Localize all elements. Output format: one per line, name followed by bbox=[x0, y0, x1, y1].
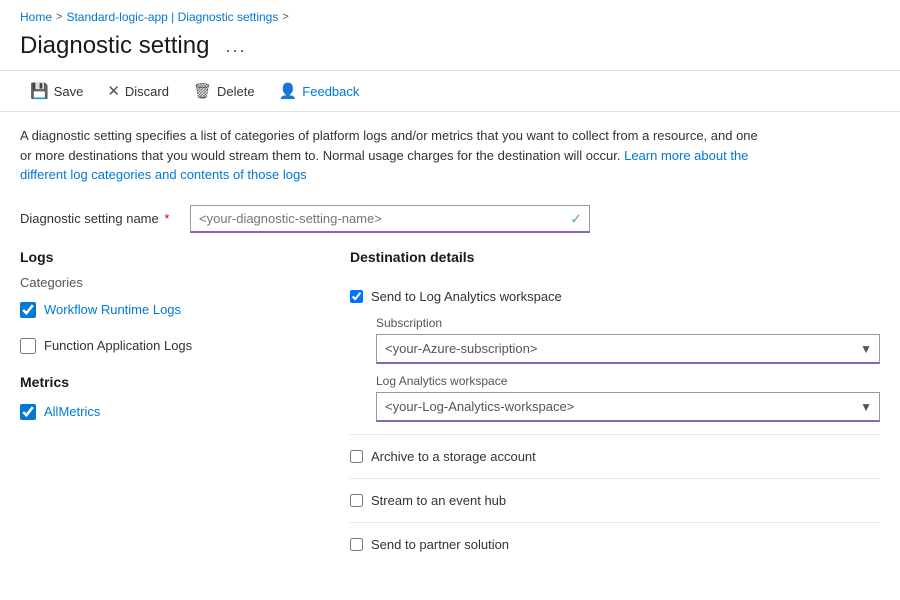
save-label: Save bbox=[54, 84, 84, 99]
subscription-select[interactable]: <your-Azure-subscription> bbox=[376, 334, 880, 364]
feedback-label: Feedback bbox=[302, 84, 359, 99]
breadcrumb-sep1: > bbox=[56, 11, 62, 23]
two-col-layout: Logs Categories Workflow Runtime Logs Fu… bbox=[20, 249, 880, 566]
workspace-select-wrapper: <your-Log-Analytics-workspace> ▼ bbox=[376, 392, 880, 422]
breadcrumb-sep2: > bbox=[282, 11, 288, 23]
subscription-label: Subscription bbox=[376, 316, 880, 330]
delete-icon: 🗑 bbox=[193, 82, 212, 100]
delete-button[interactable]: 🗑 Delete bbox=[183, 77, 265, 105]
log-analytics-label[interactable]: Send to Log Analytics workspace bbox=[371, 289, 562, 304]
allmetrics-label[interactable]: AllMetrics bbox=[44, 404, 100, 419]
storage-checkbox[interactable] bbox=[350, 450, 363, 463]
subscription-select-wrapper: <your-Azure-subscription> ▼ bbox=[376, 334, 880, 364]
log-analytics-sub: Subscription <your-Azure-subscription> ▼… bbox=[350, 310, 880, 426]
storage-check-row: Archive to a storage account bbox=[350, 443, 880, 470]
right-column: Destination details Send to Log Analytic… bbox=[350, 249, 880, 566]
log-analytics-checkbox[interactable] bbox=[350, 290, 363, 303]
metrics-section: Metrics AllMetrics bbox=[20, 374, 320, 424]
function-app-label[interactable]: Function Application Logs bbox=[44, 338, 192, 353]
partner-label[interactable]: Send to partner solution bbox=[371, 537, 509, 552]
setting-name-input[interactable] bbox=[190, 205, 590, 233]
event-hub-checkbox[interactable] bbox=[350, 494, 363, 507]
discard-label: Discard bbox=[125, 84, 169, 99]
setting-name-input-wrapper: ✓ bbox=[190, 205, 590, 233]
event-hub-check-row: Stream to an event hub bbox=[350, 487, 880, 514]
save-button[interactable]: 💾 Save bbox=[20, 77, 93, 105]
delete-label: Delete bbox=[217, 84, 255, 99]
partner-check-row: Send to partner solution bbox=[350, 531, 880, 558]
workspace-select[interactable]: <your-Log-Analytics-workspace> bbox=[376, 392, 880, 422]
storage-label[interactable]: Archive to a storage account bbox=[371, 449, 536, 464]
setting-name-label: Diagnostic setting name * bbox=[20, 211, 180, 226]
workflow-runtime-checkbox[interactable] bbox=[20, 302, 36, 318]
allmetrics-checkbox[interactable] bbox=[20, 404, 36, 420]
log-analytics-row: Send to Log Analytics workspace Subscrip… bbox=[350, 275, 880, 435]
setting-name-row: Diagnostic setting name * ✓ bbox=[20, 205, 880, 233]
page-title: Diagnostic setting bbox=[20, 32, 209, 60]
feedback-button[interactable]: 👤 Feedback bbox=[269, 77, 370, 105]
function-app-checkbox[interactable] bbox=[20, 338, 36, 354]
input-checkmark-icon: ✓ bbox=[570, 210, 582, 227]
workflow-runtime-row: Workflow Runtime Logs bbox=[20, 298, 320, 322]
function-app-row: Function Application Logs bbox=[20, 334, 320, 358]
workspace-label: Log Analytics workspace bbox=[376, 374, 880, 388]
breadcrumb: Home > Standard-logic-app | Diagnostic s… bbox=[0, 0, 900, 30]
categories-label: Categories bbox=[20, 275, 320, 290]
allmetrics-row: AllMetrics bbox=[20, 400, 320, 424]
destination-section: Send to Log Analytics workspace Subscrip… bbox=[350, 275, 880, 566]
page-title-row: Diagnostic setting ... bbox=[0, 30, 900, 70]
workflow-runtime-label[interactable]: Workflow Runtime Logs bbox=[44, 302, 181, 317]
left-column: Logs Categories Workflow Runtime Logs Fu… bbox=[20, 249, 320, 566]
discard-icon: ✕ bbox=[107, 82, 120, 100]
breadcrumb-home[interactable]: Home bbox=[20, 10, 52, 24]
description-area: A diagnostic setting specifies a list of… bbox=[0, 112, 780, 195]
logs-title: Logs bbox=[20, 249, 320, 265]
save-icon: 💾 bbox=[30, 82, 49, 100]
required-star: * bbox=[161, 211, 170, 226]
discard-button[interactable]: ✕ Discard bbox=[97, 77, 179, 105]
logs-section: Logs Categories Workflow Runtime Logs Fu… bbox=[20, 249, 320, 358]
form-area: Diagnostic setting name * ✓ Logs Categor… bbox=[0, 195, 900, 576]
feedback-icon: 👤 bbox=[279, 82, 298, 100]
metrics-title: Metrics bbox=[20, 374, 320, 390]
toolbar: 💾 Save ✕ Discard 🗑 Delete 👤 Feedback bbox=[0, 70, 900, 112]
event-hub-row: Stream to an event hub bbox=[350, 479, 880, 523]
partner-row: Send to partner solution bbox=[350, 523, 880, 566]
storage-row: Archive to a storage account bbox=[350, 435, 880, 479]
partner-checkbox[interactable] bbox=[350, 538, 363, 551]
log-analytics-check-row: Send to Log Analytics workspace bbox=[350, 283, 880, 310]
ellipsis-button[interactable]: ... bbox=[219, 34, 252, 59]
destination-title: Destination details bbox=[350, 249, 880, 265]
breadcrumb-app[interactable]: Standard-logic-app | Diagnostic settings bbox=[66, 10, 278, 24]
event-hub-label[interactable]: Stream to an event hub bbox=[371, 493, 506, 508]
